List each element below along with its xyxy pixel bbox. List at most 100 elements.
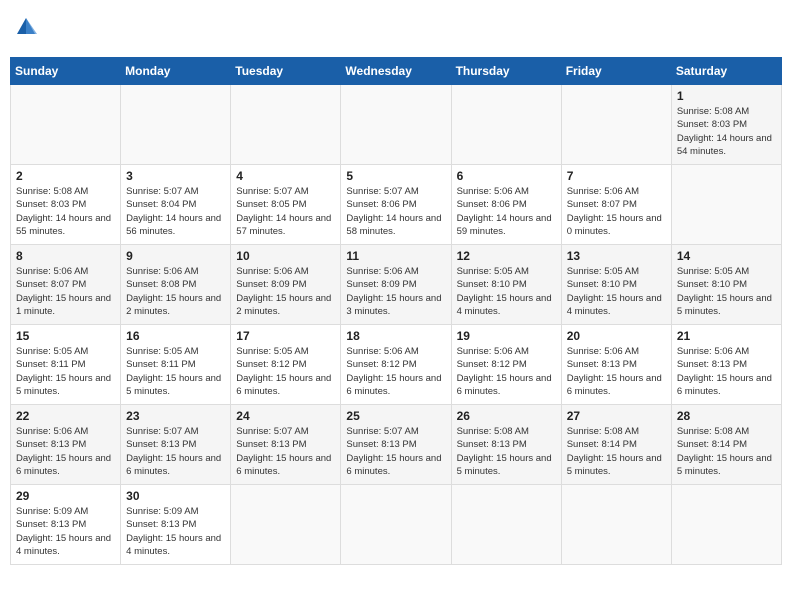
day-number: 10 — [236, 249, 335, 263]
day-info: Sunrise: 5:05 AMSunset: 8:10 PMDaylight:… — [677, 266, 772, 317]
day-number: 7 — [567, 169, 666, 183]
day-info: Sunrise: 5:06 AMSunset: 8:06 PMDaylight:… — [457, 186, 552, 237]
day-number: 3 — [126, 169, 225, 183]
day-number: 8 — [16, 249, 115, 263]
calendar-cell: 7 Sunrise: 5:06 AMSunset: 8:07 PMDaylight… — [561, 165, 671, 245]
day-number: 11 — [346, 249, 445, 263]
calendar-cell: 16Sunrise: 5:05 AMSunset: 8:11 PMDayligh… — [121, 325, 231, 405]
day-info: Sunrise: 5:05 AMSunset: 8:12 PMDaylight:… — [236, 346, 331, 397]
day-info: Sunrise: 5:07 AMSunset: 8:13 PMDaylight:… — [236, 426, 331, 477]
calendar-cell: 18Sunrise: 5:06 AMSunset: 8:12 PMDayligh… — [341, 325, 451, 405]
day-info: Sunrise: 5:07 AMSunset: 8:05 PMDaylight:… — [236, 186, 331, 237]
calendar-cell — [11, 85, 121, 165]
calendar-cell: 29 Sunrise: 5:09 AMSunset: 8:13 PMDayligh… — [11, 485, 121, 565]
day-header-monday: Monday — [121, 58, 231, 85]
calendar-cell: 6 Sunrise: 5:06 AMSunset: 8:06 PMDaylight… — [451, 165, 561, 245]
day-header-wednesday: Wednesday — [341, 58, 451, 85]
day-header-sunday: Sunday — [11, 58, 121, 85]
day-number: 14 — [677, 249, 776, 263]
logo-icon — [15, 16, 37, 38]
day-info: Sunrise: 5:08 AMSunset: 8:03 PMDaylight:… — [677, 106, 772, 157]
calendar-cell — [671, 165, 781, 245]
day-info: Sunrise: 5:06 AMSunset: 8:13 PMDaylight:… — [567, 346, 662, 397]
day-number: 24 — [236, 409, 335, 423]
day-number: 29 — [16, 489, 115, 503]
calendar-cell: 22Sunrise: 5:06 AMSunset: 8:13 PMDayligh… — [11, 405, 121, 485]
day-info: Sunrise: 5:07 AMSunset: 8:13 PMDaylight:… — [126, 426, 221, 477]
day-info: Sunrise: 5:06 AMSunset: 8:13 PMDaylight:… — [677, 346, 772, 397]
day-info: Sunrise: 5:09 AMSunset: 8:13 PMDaylight:… — [126, 506, 221, 557]
calendar-cell: 4 Sunrise: 5:07 AMSunset: 8:05 PMDaylight… — [231, 165, 341, 245]
calendar-cell: 23 Sunrise: 5:07 AMSunset: 8:13 PMDayligh… — [121, 405, 231, 485]
calendar-table: SundayMondayTuesdayWednesdayThursdayFrid… — [10, 57, 782, 565]
calendar-cell: 10 Sunrise: 5:06 AMSunset: 8:09 PMDayligh… — [231, 245, 341, 325]
day-number: 9 — [126, 249, 225, 263]
day-header-saturday: Saturday — [671, 58, 781, 85]
day-header-friday: Friday — [561, 58, 671, 85]
day-number: 21 — [677, 329, 776, 343]
calendar-cell — [561, 85, 671, 165]
day-info: Sunrise: 5:08 AMSunset: 8:14 PMDaylight:… — [677, 426, 772, 477]
day-info: Sunrise: 5:06 AMSunset: 8:09 PMDaylight:… — [346, 266, 441, 317]
calendar-cell: 1 Sunrise: 5:08 AMSunset: 8:03 PMDaylight… — [671, 85, 781, 165]
calendar-cell — [451, 485, 561, 565]
day-info: Sunrise: 5:09 AMSunset: 8:13 PMDaylight:… — [16, 506, 111, 557]
calendar-cell: 30 Sunrise: 5:09 AMSunset: 8:13 PMDayligh… — [121, 485, 231, 565]
day-info: Sunrise: 5:06 AMSunset: 8:07 PMDaylight:… — [567, 186, 662, 237]
calendar-cell: 19Sunrise: 5:06 AMSunset: 8:12 PMDayligh… — [451, 325, 561, 405]
day-number: 19 — [457, 329, 556, 343]
week-row-3: 8 Sunrise: 5:06 AMSunset: 8:07 PMDaylight… — [11, 245, 782, 325]
calendar-cell: 26 Sunrise: 5:08 AMSunset: 8:13 PMDayligh… — [451, 405, 561, 485]
calendar-cell — [231, 85, 341, 165]
calendar-cell: 14 Sunrise: 5:05 AMSunset: 8:10 PMDayligh… — [671, 245, 781, 325]
day-number: 15 — [16, 329, 115, 343]
calendar-cell: 3 Sunrise: 5:07 AMSunset: 8:04 PMDaylight… — [121, 165, 231, 245]
calendar-cell: 11 Sunrise: 5:06 AMSunset: 8:09 PMDayligh… — [341, 245, 451, 325]
day-info: Sunrise: 5:06 AMSunset: 8:13 PMDaylight:… — [16, 426, 111, 477]
day-number: 26 — [457, 409, 556, 423]
day-number: 16 — [126, 329, 225, 343]
calendar-cell — [231, 485, 341, 565]
day-info: Sunrise: 5:05 AMSunset: 8:10 PMDaylight:… — [457, 266, 552, 317]
calendar-cell: 17 Sunrise: 5:05 AMSunset: 8:12 PMDayligh… — [231, 325, 341, 405]
calendar-cell — [561, 485, 671, 565]
day-number: 6 — [457, 169, 556, 183]
day-number: 23 — [126, 409, 225, 423]
week-row-2: 2Sunrise: 5:08 AMSunset: 8:03 PMDaylight… — [11, 165, 782, 245]
day-info: Sunrise: 5:07 AMSunset: 8:13 PMDaylight:… — [346, 426, 441, 477]
day-number: 1 — [677, 89, 776, 103]
day-number: 4 — [236, 169, 335, 183]
days-header-row: SundayMondayTuesdayWednesdayThursdayFrid… — [11, 58, 782, 85]
day-number: 27 — [567, 409, 666, 423]
day-header-thursday: Thursday — [451, 58, 561, 85]
day-info: Sunrise: 5:06 AMSunset: 8:08 PMDaylight:… — [126, 266, 221, 317]
calendar-cell: 24 Sunrise: 5:07 AMSunset: 8:13 PMDayligh… — [231, 405, 341, 485]
page-header — [10, 10, 782, 49]
calendar-cell — [451, 85, 561, 165]
day-number: 18 — [346, 329, 445, 343]
day-info: Sunrise: 5:08 AMSunset: 8:03 PMDaylight:… — [16, 186, 111, 237]
calendar-cell: 21 Sunrise: 5:06 AMSunset: 8:13 PMDayligh… — [671, 325, 781, 405]
calendar-cell: 9 Sunrise: 5:06 AMSunset: 8:08 PMDaylight… — [121, 245, 231, 325]
day-info: Sunrise: 5:08 AMSunset: 8:14 PMDaylight:… — [567, 426, 662, 477]
calendar-cell: 25Sunrise: 5:07 AMSunset: 8:13 PMDayligh… — [341, 405, 451, 485]
calendar-cell: 28 Sunrise: 5:08 AMSunset: 8:14 PMDayligh… — [671, 405, 781, 485]
day-number: 30 — [126, 489, 225, 503]
day-info: Sunrise: 5:05 AMSunset: 8:11 PMDaylight:… — [16, 346, 111, 397]
day-number: 17 — [236, 329, 335, 343]
calendar-cell: 20Sunrise: 5:06 AMSunset: 8:13 PMDayligh… — [561, 325, 671, 405]
day-info: Sunrise: 5:08 AMSunset: 8:13 PMDaylight:… — [457, 426, 552, 477]
day-info: Sunrise: 5:06 AMSunset: 8:07 PMDaylight:… — [16, 266, 111, 317]
day-info: Sunrise: 5:07 AMSunset: 8:04 PMDaylight:… — [126, 186, 221, 237]
logo-text — [14, 16, 37, 43]
day-number: 28 — [677, 409, 776, 423]
calendar-cell — [341, 85, 451, 165]
week-row-6: 29 Sunrise: 5:09 AMSunset: 8:13 PMDayligh… — [11, 485, 782, 565]
day-info: Sunrise: 5:07 AMSunset: 8:06 PMDaylight:… — [346, 186, 441, 237]
day-number: 5 — [346, 169, 445, 183]
week-row-4: 15 Sunrise: 5:05 AMSunset: 8:11 PMDayligh… — [11, 325, 782, 405]
calendar-cell: 2Sunrise: 5:08 AMSunset: 8:03 PMDaylight… — [11, 165, 121, 245]
day-info: Sunrise: 5:06 AMSunset: 8:09 PMDaylight:… — [236, 266, 331, 317]
calendar-cell: 27 Sunrise: 5:08 AMSunset: 8:14 PMDayligh… — [561, 405, 671, 485]
calendar-cell: 5 Sunrise: 5:07 AMSunset: 8:06 PMDaylight… — [341, 165, 451, 245]
